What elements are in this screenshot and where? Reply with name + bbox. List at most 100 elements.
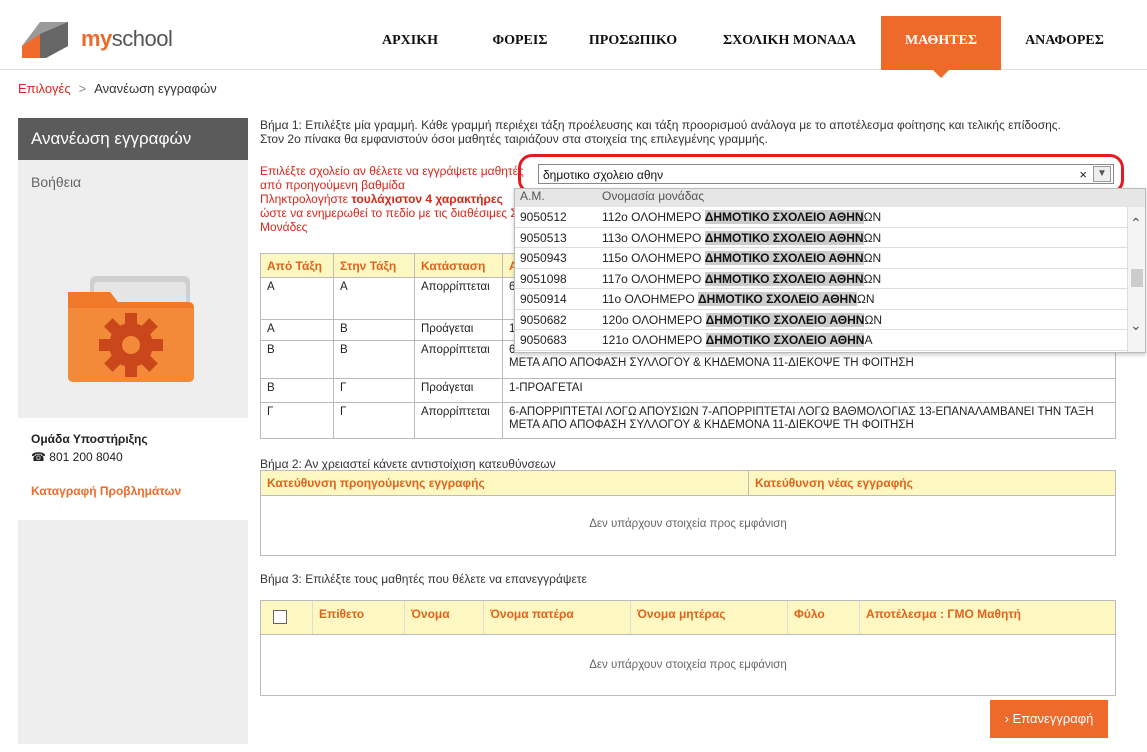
option-name: 117ο ΟΛΟΗΜΕΡΟ ΔΗΜΟΤΙΚΟ ΣΧΟΛΕΙΟ ΑΘΗΝΩΝ [597, 269, 881, 289]
option-pre: 113ο ΟΛΟΗΜΕΡΟ [602, 230, 705, 245]
breadcrumb-separator: > [78, 81, 87, 96]
cell-desc: 1-ΠΡΟΑΓΕΤΑΙ [502, 378, 1116, 403]
select-all-checkbox[interactable] [273, 610, 287, 624]
students-table: Επίθετο Όνομα Όνομα πατέρα Όνομα μητέρας… [260, 600, 1116, 696]
dropdown-option[interactable]: 9050683 121ο ΟΛΟΗΜΕΡΟ ΔΗΜΟΤΙΚΟ ΣΧΟΛΕΙΟ ΑΘ… [515, 330, 1145, 351]
clear-icon[interactable]: × [1079, 167, 1087, 182]
step1-line2: Στον 2ο πίνακα θα εμφανιστούν όσοι μαθητ… [260, 132, 768, 146]
cell-from: Β [260, 378, 334, 403]
option-match: ΔΗΜΟΤΙΚΟ ΣΧΟΛΕΙΟ ΑΘΗΝ [704, 210, 864, 224]
nav-label: ΣΧΟΛΙΚΗ ΜΟΝΑΔΑ [722, 33, 857, 48]
option-pre: 112ο ΟΛΟΗΜΕΡΟ [602, 210, 705, 224]
option-am: 9050943 [520, 251, 567, 265]
dropdown-option[interactable]: 9050943 115ο ΟΛΟΗΜΕΡΟ ΔΗΜΟΤΙΚΟ ΣΧΟΛΕΙΟ ΑΘ… [515, 248, 1145, 269]
chevron-down-icon[interactable]: ▼ [1093, 166, 1111, 182]
col-new-direction[interactable]: Κατεύθυνση νέας εγγραφής [749, 471, 913, 495]
dropdown-option[interactable]: 9050513 113ο ΟΛΟΗΜΕΡΟ ΔΗΜΟΤΙΚΟ ΣΧΟΛΕΙΟ ΑΘ… [515, 228, 1145, 248]
option-pre: 120ο ΟΛΟΗΜΕΡΟ [602, 312, 706, 327]
active-arrow [933, 70, 949, 78]
nav-item-school-unit[interactable]: ΣΧΟΛΙΚΗ ΜΟΝΑΔΑ [712, 16, 867, 70]
breadcrumb-root-link[interactable]: Επιλογές [18, 81, 71, 96]
col-result[interactable]: Αποτέλεσμα : ΓΜΟ Μαθητή [860, 601, 1021, 634]
cell-status: Προάγεται [414, 319, 503, 341]
table-row[interactable]: Γ Γ Απορρίπτεται 6-ΑΠΟΡΡΙΠΤΕΤΑΙ ΛΟΓΩ ΑΠΟ… [260, 402, 1116, 439]
hint-post: ώστε να ενημερωθεί το πεδίο με τις διαθέ… [260, 206, 528, 234]
option-post: ΩΝ [863, 271, 882, 286]
table-row[interactable]: Β Γ Προάγεται 1-ΠΡΟΑΓΕΤΑΙ [260, 378, 1116, 403]
option-match: ΔΗΜΟΤΙΚΟ ΣΧΟΛΕΙΟ ΑΘΗΝ [705, 312, 865, 327]
select-all-cell [261, 601, 313, 634]
dropdown-option[interactable]: 9050682 120ο ΟΛΟΗΜΕΡΟ ΔΗΜΟΤΙΚΟ ΣΧΟΛΕΙΟ ΑΘ… [515, 310, 1145, 330]
option-am: 9050512 [520, 210, 567, 224]
cell-status: Απορρίπτεται [414, 277, 503, 320]
dropdown-option[interactable]: 9050512 112ο ΟΛΟΗΜΕΡΟ ΔΗΜΟΤΙΚΟ ΣΧΟΛΕΙΟ ΑΘ… [515, 207, 1145, 228]
renew-button[interactable]: › Επανεγγραφή [990, 700, 1108, 738]
nav-item-staff[interactable]: ΠΡΟΣΩΠΙΚΟ [578, 16, 688, 70]
option-pre: 11ο ΟΛΟΗΜΕΡΟ [602, 292, 699, 306]
option-name: 113ο ΟΛΟΗΜΕΡΟ ΔΗΜΟΤΙΚΟ ΣΧΟΛΕΙΟ ΑΘΗΝΩΝ [597, 228, 881, 248]
option-am: 9051098 [520, 271, 567, 286]
report-problems-link[interactable]: Καταγραφή Προβλημάτων [31, 484, 235, 498]
cell-to: Α [333, 277, 415, 320]
school-hint-b: Πληκτρολογήστε τουλάχιστον 4 χαρακτήρες … [260, 192, 530, 234]
col-mother-name[interactable]: Όνομα μητέρας [631, 601, 788, 634]
sidebar-help-link[interactable]: Βοήθεια [18, 160, 248, 204]
dropdown-option[interactable]: 9050914 11ο ΟΛΟΗΜΕΡΟ ΔΗΜΟΤΙΚΟ ΣΧΟΛΕΙΟ ΑΘΗ… [515, 289, 1145, 310]
dropdown-col-am: Α.Μ. [520, 189, 545, 203]
folder-gear-icon [50, 268, 210, 388]
col-status[interactable]: Κατάσταση [414, 253, 503, 278]
cell-from: Β [260, 340, 334, 379]
option-name: 121ο ΟΛΟΗΜΕΡΟ ΔΗΜΟΤΙΚΟ ΣΧΟΛΕΙΟ ΑΘΗΝΑ [597, 330, 872, 350]
phone-icon: ☎ [31, 450, 46, 464]
cell-to: Β [333, 319, 415, 341]
col-surname[interactable]: Επίθετο [313, 601, 405, 634]
hint-pre: Πληκτρολογήστε [260, 192, 352, 206]
option-post: ΩΝ [863, 210, 882, 224]
option-post: ΩΝ [863, 230, 882, 245]
support-box: Ομάδα Υποστήριξης ☎ 801 200 8040 Καταγρα… [18, 418, 248, 520]
col-to-class[interactable]: Στην Τάξη [333, 253, 415, 278]
nav-item-reports[interactable]: ΑΝΑΦΟΡΕΣ [1012, 16, 1117, 70]
col-name[interactable]: Όνομα [405, 601, 484, 634]
option-name: 11ο ΟΛΟΗΜΕΡΟ ΔΗΜΟΤΙΚΟ ΣΧΟΛΕΙΟ ΑΘΗΝΩΝ [597, 289, 875, 309]
option-am: 9050513 [520, 230, 567, 245]
empty-message: Δεν υπάρχουν στοιχεία προς εμφάνιση [589, 659, 787, 671]
option-name: 115ο ΟΛΟΗΜΕΡΟ ΔΗΜΟΤΙΚΟ ΣΧΟΛΕΙΟ ΑΘΗΝΩΝ [597, 248, 881, 268]
col-gender[interactable]: Φύλο [788, 601, 860, 634]
phone-number: 801 200 8040 [49, 450, 123, 464]
cell-desc: 6-ΑΠΟΡΡΙΠΤΕΤΑΙ ΛΟΓΩ ΑΠΟΥΣΙΩΝ 7-ΑΠΟΡΡΙΠΤΕ… [502, 402, 1116, 439]
empty-message: Δεν υπάρχουν στοιχεία προς εμφάνιση [589, 518, 787, 530]
cell-status: Απορρίπτεται [414, 340, 503, 379]
renew-button-label: Επανεγγραφή [1012, 711, 1094, 726]
option-am: 9050683 [520, 333, 567, 347]
school-combo-input[interactable]: δημοτικο σχολειο αθην × ▼ [538, 164, 1114, 184]
nav-label: ΜΑΘΗΤΕΣ [904, 33, 978, 48]
nav-item-students[interactable]: ΜΑΘΗΤΕΣ [881, 16, 1001, 78]
step2-label: Βήμα 2: Αν χρειαστεί κάνετε αντιστοίχιση… [260, 457, 556, 471]
col-from-class[interactable]: Από Τάξη [260, 253, 334, 278]
school-dropdown-list[interactable]: Α.Μ. Ονομασία μονάδας 9050512 112ο ΟΛΟΗΜΕ… [514, 188, 1146, 353]
logo-text-rest: school [111, 26, 173, 51]
col-prev-direction[interactable]: Κατεύθυνση προηγούμενης εγγραφής [261, 471, 749, 495]
col-father-name[interactable]: Όνομα πατέρα [484, 601, 631, 634]
directions-table: Κατεύθυνση προηγούμενης εγγραφής Κατεύθυ… [260, 470, 1116, 556]
option-post: ΩΝ [863, 251, 882, 265]
combo-value: δημοτικο σχολειο αθην [543, 168, 664, 182]
option-match: ΔΗΜΟΤΙΚΟ ΣΧΟΛΕΙΟ ΑΘΗΝ [704, 251, 864, 265]
cell-from: Α [260, 277, 334, 320]
nav-item-home[interactable]: ΑΡΧΙΚΗ [360, 16, 460, 70]
option-post: ΩΝ [864, 312, 883, 327]
chevron-right-icon: › [1004, 711, 1009, 726]
scroll-thumb[interactable] [1131, 269, 1143, 287]
option-am: 9050914 [520, 292, 567, 306]
dropdown-scrollbar[interactable]: ⌃ ⌄ [1127, 207, 1145, 352]
dropdown-option[interactable]: 9051098 117ο ΟΛΟΗΜΕΡΟ ΔΗΜΟΤΙΚΟ ΣΧΟΛΕΙΟ ΑΘ… [515, 269, 1145, 289]
nav-item-bodies[interactable]: ΦΟΡΕΙΣ [470, 16, 570, 70]
scroll-up-icon[interactable]: ⌃ [1130, 215, 1142, 232]
hint-bold: τουλάχιστον 4 χαρακτήρες [351, 192, 503, 206]
scroll-down-icon[interactable]: ⌄ [1130, 317, 1142, 334]
dropdown-rows: 9050512 112ο ΟΛΟΗΜΕΡΟ ΔΗΜΟΤΙΚΟ ΣΧΟΛΕΙΟ ΑΘ… [515, 207, 1145, 351]
step1-instructions: Βήμα 1: Επιλέξτε μία γραμμή. Κάθε γραμμή… [260, 118, 1120, 146]
main-content: Βήμα 1: Επιλέξτε μία γραμμή. Κάθε γραμμή… [260, 118, 1146, 738]
myschool-logo[interactable]: myschool [18, 18, 178, 60]
